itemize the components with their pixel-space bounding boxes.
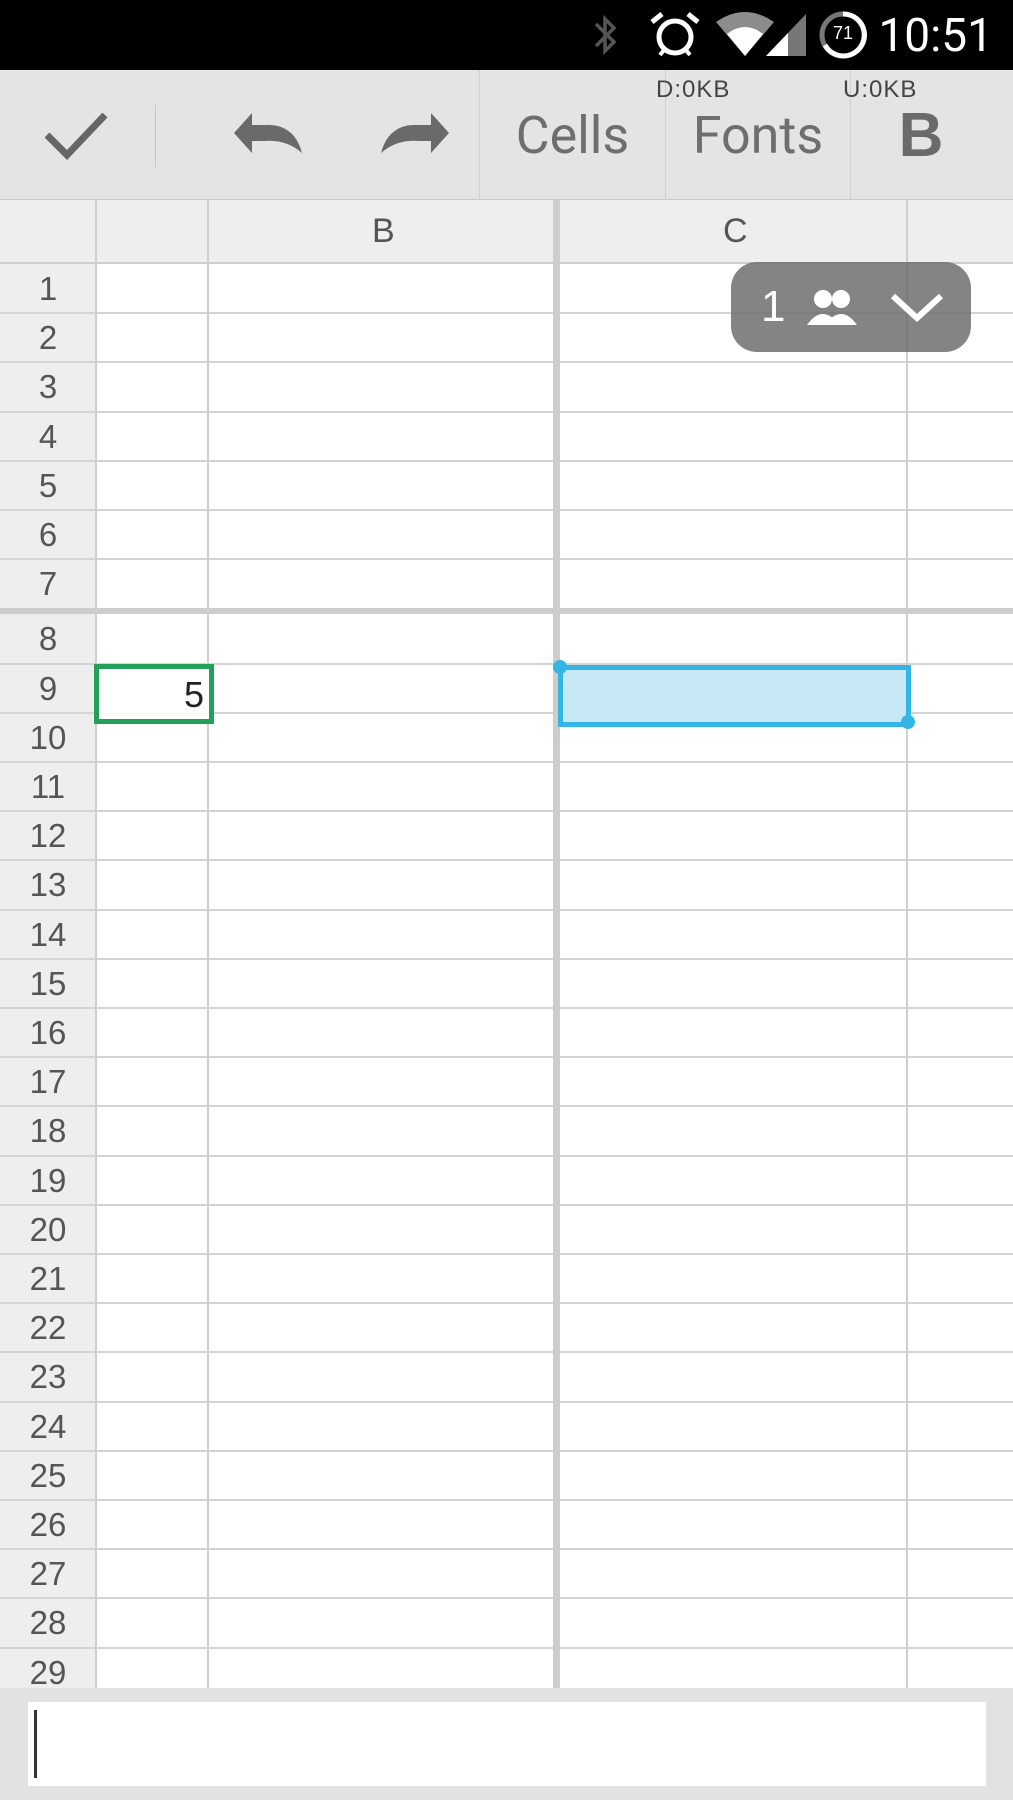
row-divider xyxy=(0,1154,1013,1157)
active-cell-value: 5 xyxy=(184,674,205,715)
row-divider xyxy=(0,957,1013,960)
row-header[interactable]: 22 xyxy=(0,1309,96,1347)
cells-button[interactable]: Cells xyxy=(480,70,665,200)
row-divider xyxy=(0,761,1013,763)
row-header[interactable]: 16 xyxy=(0,1014,96,1052)
check-icon xyxy=(44,112,108,161)
column-header-c[interactable]: C xyxy=(723,212,748,251)
row-divider xyxy=(0,1499,1013,1501)
row-header[interactable]: 5 xyxy=(0,467,96,505)
freeze-pane-horizontal xyxy=(0,608,1013,615)
row-header[interactable]: 8 xyxy=(0,620,96,658)
redo-button[interactable] xyxy=(348,70,478,200)
row-header[interactable]: 1 xyxy=(0,270,96,308)
row-header[interactable]: 17 xyxy=(0,1063,96,1101)
signal-icon xyxy=(766,14,806,56)
row-divider xyxy=(0,1203,1013,1206)
spreadsheet-grid[interactable]: B C 1 2 3 4 5 6 7 8 9 10 11 12 13 14 15 16 17 18 19 20 21 22 2… xyxy=(0,200,1013,1688)
row-header[interactable]: 3 xyxy=(0,368,96,406)
row-divider xyxy=(0,908,1013,911)
bluetooth-icon xyxy=(594,14,617,56)
row-divider xyxy=(0,1351,1013,1354)
status-bar: 71 10:51 xyxy=(0,0,1013,70)
freeze-pane-vertical xyxy=(553,200,560,1688)
toolbar-divider xyxy=(155,105,156,167)
row-header[interactable]: 19 xyxy=(0,1162,96,1200)
row-divider xyxy=(0,459,1013,462)
selection-handle-end[interactable] xyxy=(901,715,915,729)
row-header[interactable]: 11 xyxy=(0,768,96,806)
row-header[interactable]: 13 xyxy=(0,866,96,904)
confirm-button[interactable] xyxy=(0,70,152,200)
row-divider xyxy=(0,1400,1013,1403)
row-header[interactable]: 12 xyxy=(0,817,96,855)
alarm-icon xyxy=(650,12,700,57)
people-icon xyxy=(807,290,858,325)
row-header[interactable]: 23 xyxy=(0,1358,96,1396)
row-header[interactable]: 29 xyxy=(0,1654,96,1688)
row-divider xyxy=(0,410,1013,413)
undo-button[interactable] xyxy=(205,70,335,200)
formula-bar xyxy=(0,1688,1013,1800)
row-header[interactable]: 25 xyxy=(0,1457,96,1495)
formula-input[interactable] xyxy=(28,1702,986,1786)
row-header[interactable]: 26 xyxy=(0,1506,96,1544)
row-header[interactable]: 7 xyxy=(0,565,96,603)
upload-speed: U:0KB xyxy=(843,76,918,103)
row-header[interactable]: 18 xyxy=(0,1112,96,1150)
bold-icon: B xyxy=(898,100,944,170)
column-divider xyxy=(207,200,209,1688)
toolbar: Cells Fonts B D:0KB U:0KB xyxy=(0,70,1013,200)
row-header[interactable]: 15 xyxy=(0,965,96,1003)
row-header[interactable]: 10 xyxy=(0,719,96,757)
column-header-b[interactable]: B xyxy=(372,212,395,251)
row-header[interactable]: 21 xyxy=(0,1260,96,1298)
download-speed: D:0KB xyxy=(656,76,731,103)
row-header[interactable]: 20 xyxy=(0,1211,96,1249)
battery-icon: 71 xyxy=(818,10,868,60)
row-header[interactable]: 14 xyxy=(0,916,96,954)
row-divider xyxy=(0,558,1013,561)
redo-icon xyxy=(381,113,449,153)
row-header[interactable]: 4 xyxy=(0,418,96,456)
row-divider xyxy=(0,1302,1013,1305)
clock: 10:51 xyxy=(878,9,993,63)
row-divider xyxy=(0,509,1013,511)
row-header[interactable]: 24 xyxy=(0,1408,96,1446)
row-divider xyxy=(0,1007,1013,1009)
selection-handle-start[interactable] xyxy=(553,660,567,674)
column-header-bar xyxy=(0,200,1013,264)
row-header[interactable]: 27 xyxy=(0,1555,96,1593)
row-divider xyxy=(0,1056,1013,1059)
row-header[interactable]: 28 xyxy=(0,1604,96,1642)
row-divider xyxy=(0,1646,1013,1649)
row-divider xyxy=(0,1548,1013,1551)
column-divider xyxy=(95,200,97,1688)
collaborators-button[interactable]: 1 xyxy=(731,262,971,352)
row-divider xyxy=(0,859,1013,862)
row-divider xyxy=(0,810,1013,813)
row-divider xyxy=(0,1597,1013,1600)
undo-icon xyxy=(234,113,302,153)
row-header[interactable]: 9 xyxy=(0,670,96,708)
column-divider xyxy=(906,200,908,1688)
text-cursor xyxy=(34,1710,37,1778)
row-header[interactable]: 6 xyxy=(0,516,96,554)
cells-label: Cells xyxy=(515,104,630,166)
row-divider xyxy=(0,1449,1013,1452)
fonts-label: Fonts xyxy=(692,104,824,166)
collaborator-count: 1 xyxy=(761,282,786,331)
selected-cell-range[interactable] xyxy=(558,665,911,727)
battery-level: 71 xyxy=(832,23,854,43)
row-divider xyxy=(0,361,1013,364)
chevron-down-icon xyxy=(891,293,944,323)
row-divider xyxy=(0,1253,1013,1255)
row-divider xyxy=(0,1105,1013,1108)
row-header[interactable]: 2 xyxy=(0,319,96,357)
